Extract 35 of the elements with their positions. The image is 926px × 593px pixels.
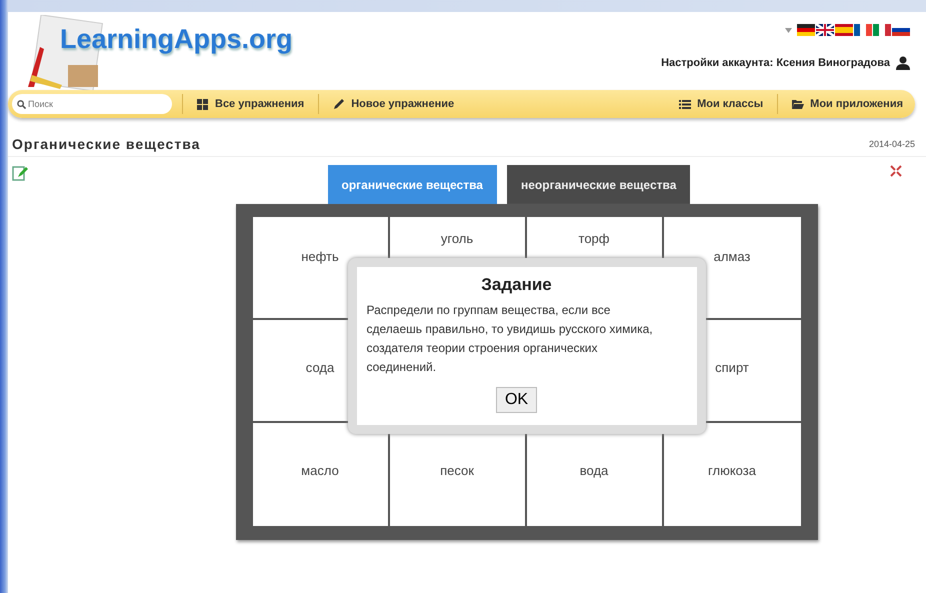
- site-logo[interactable]: LearningApps.org: [60, 24, 293, 58]
- page-title: Органические вещества: [12, 136, 200, 152]
- flag-icon[interactable]: [797, 24, 815, 36]
- category-tab[interactable]: неорганические вещества: [506, 165, 690, 204]
- folder-icon: [792, 98, 804, 110]
- grid-icon: [197, 98, 209, 110]
- nav-link[interactable]: Мои классы: [675, 98, 768, 110]
- edit-icon[interactable]: [12, 165, 28, 181]
- account-settings-link[interactable]: Настройки аккаунта: Ксения Виноградова: [661, 57, 890, 69]
- list-icon: [679, 98, 692, 110]
- puzzle-word: спирт: [715, 360, 749, 376]
- nav-link[interactable]: Новое упражнение: [329, 98, 458, 110]
- user-icon[interactable]: [896, 56, 910, 70]
- dialog-title: Задание: [480, 275, 553, 295]
- puzzle-word: уголь: [440, 231, 474, 247]
- puzzle-word: торф: [578, 231, 610, 247]
- puzzle-word: алмаз: [714, 249, 750, 265]
- search-icon: [17, 100, 26, 109]
- date-text: 2014-04-25: [868, 139, 915, 149]
- puzzle-word: вода: [580, 463, 608, 479]
- fullscreen-icon[interactable]: [890, 165, 902, 177]
- nav-link[interactable]: Мои приложения: [788, 98, 907, 110]
- puzzle-word: нефть: [301, 249, 339, 265]
- puzzle-word: глюкоза: [708, 463, 756, 479]
- ok-button[interactable]: OK: [496, 387, 538, 413]
- puzzle-word: песок: [440, 463, 474, 479]
- search-field[interactable]: Поиск: [12, 94, 172, 114]
- puzzle-word: масло: [301, 463, 339, 479]
- dropdown-caret-icon[interactable]: [785, 28, 792, 32]
- flag-icon[interactable]: [854, 24, 872, 36]
- puzzle-piece[interactable]: глюкоза: [664, 423, 800, 526]
- puzzle-word: сода: [306, 360, 334, 376]
- nav-link[interactable]: Все упражнения: [193, 98, 308, 110]
- pencil-icon: [333, 98, 346, 110]
- flag-icon[interactable]: [816, 24, 834, 36]
